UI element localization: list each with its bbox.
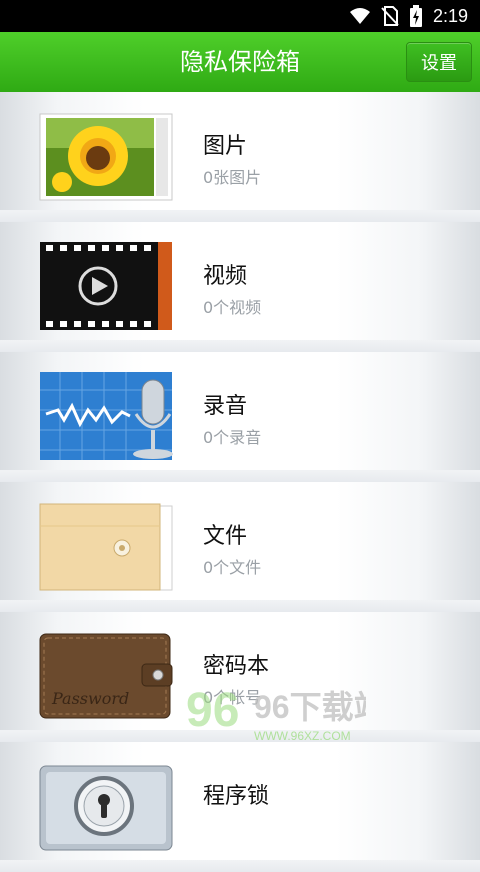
photo-icon bbox=[39, 113, 173, 201]
watermark-text: 96下载站 bbox=[254, 689, 366, 725]
wallet-text: Password bbox=[51, 689, 129, 708]
list-item-photos[interactable]: 图片 0张图片 bbox=[0, 92, 480, 222]
item-label: 图片 bbox=[203, 134, 248, 159]
list-item-recordings[interactable]: 录音 0个录音 bbox=[0, 352, 480, 482]
no-sim-icon bbox=[381, 6, 399, 26]
app-header: 隐私保险箱 设置 bbox=[0, 32, 480, 92]
watermark-url: WWW.96XZ.COM bbox=[254, 729, 351, 743]
microphone-icon bbox=[40, 372, 173, 460]
row-divider bbox=[0, 600, 480, 612]
item-label: 文件 bbox=[203, 524, 248, 549]
settings-button[interactable]: 设置 bbox=[406, 42, 472, 82]
watermark-logo: 96 96下载站 WWW.96XZ.COM bbox=[186, 684, 386, 743]
row-divider bbox=[0, 340, 480, 352]
row-divider bbox=[0, 210, 480, 222]
svg-text:96: 96 bbox=[186, 684, 239, 737]
item-label: 程序锁 bbox=[203, 784, 270, 809]
list-item-videos[interactable]: 视频 0个视频 bbox=[0, 222, 480, 352]
item-count: 0个文件 bbox=[203, 558, 262, 577]
clock: 2:19 bbox=[432, 5, 468, 26]
video-icon bbox=[40, 242, 172, 330]
status-bar: 2:19 bbox=[0, 0, 480, 32]
item-count: 0个录音 bbox=[203, 428, 262, 447]
watermark: 96 96下载站 WWW.96XZ.COM bbox=[186, 678, 386, 748]
envelope-icon bbox=[39, 503, 173, 591]
item-count: 0张图片 bbox=[203, 168, 262, 187]
row-divider bbox=[0, 860, 480, 872]
item-label: 视频 bbox=[203, 264, 248, 289]
wallet-icon: Password bbox=[39, 633, 173, 719]
lock-icon bbox=[39, 765, 173, 851]
row-divider bbox=[0, 470, 480, 482]
item-label: 录音 bbox=[203, 394, 248, 419]
battery-charging-icon bbox=[409, 5, 422, 27]
item-count: 0个视频 bbox=[203, 298, 262, 317]
wifi-icon bbox=[349, 8, 370, 24]
item-label: 密码本 bbox=[203, 654, 270, 679]
list-item-files[interactable]: 文件 0个文件 bbox=[0, 482, 480, 612]
